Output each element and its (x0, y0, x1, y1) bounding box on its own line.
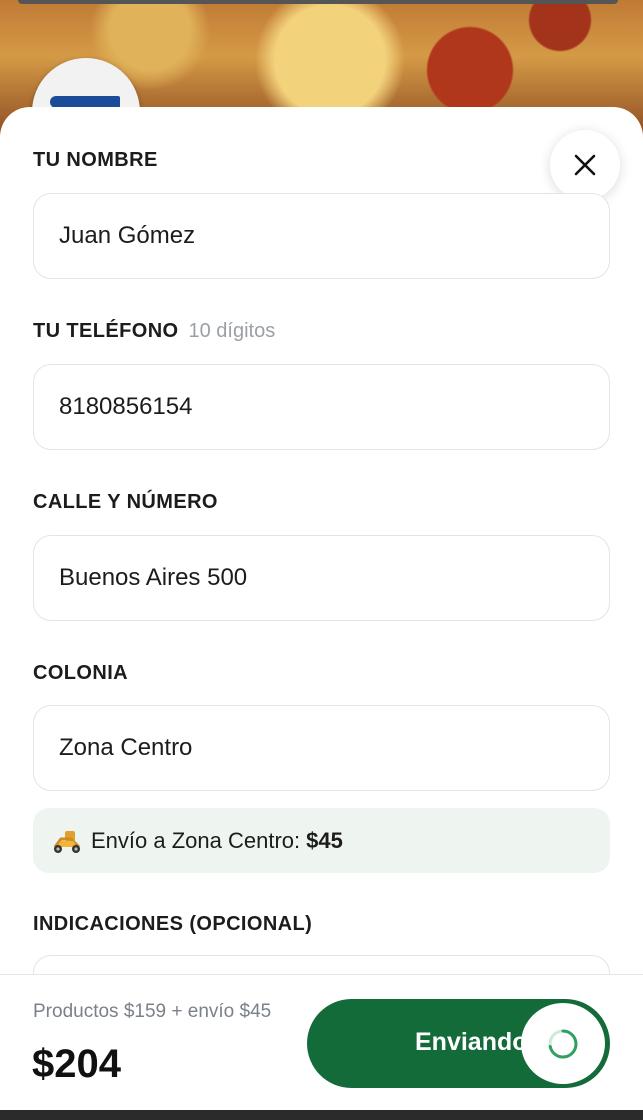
street-input[interactable]: Buenos Aires 500 (33, 535, 610, 621)
submit-order-button[interactable]: Enviando (307, 999, 610, 1088)
bottom-bar (0, 1110, 643, 1120)
checkout-footer: Productos $159 + envío $45 $204 Enviando (0, 974, 643, 1110)
shipping-amount: $45 (306, 827, 343, 853)
name-input[interactable]: Juan Gómez (33, 193, 610, 279)
spinner-icon (548, 1029, 578, 1058)
order-form-sheet: TU NOMBRE Juan Gómez TU TELÉFONO 10 dígi… (0, 107, 643, 1110)
close-button[interactable] (550, 130, 620, 200)
colony-input[interactable]: Zona Centro (33, 705, 610, 791)
shipping-info: Envío a Zona Centro: $45 (33, 808, 610, 873)
name-label: TU NOMBRE (33, 149, 158, 171)
loading-spinner (521, 1003, 605, 1084)
street-label: CALLE Y NÚMERO (33, 491, 218, 513)
phone-hint: 10 dígitos (188, 320, 276, 342)
submit-label: Enviando (415, 1028, 528, 1056)
directions-label: INDICACIONES (OPCIONAL) (33, 913, 313, 935)
top-bar (18, 0, 618, 4)
order-summary: Productos $159 + envío $45 (33, 1001, 272, 1022)
scooter-icon (53, 830, 81, 853)
colony-label: COLONIA (33, 662, 129, 684)
phone-input[interactable]: 8180856154 (33, 364, 610, 450)
order-total: $204 (32, 1042, 121, 1086)
close-icon (574, 154, 596, 176)
phone-label: TU TELÉFONO 10 dígitos (33, 320, 275, 343)
phone-label-text: TU TELÉFONO (33, 320, 179, 342)
shipping-text: Envío a Zona Centro: (91, 827, 301, 853)
